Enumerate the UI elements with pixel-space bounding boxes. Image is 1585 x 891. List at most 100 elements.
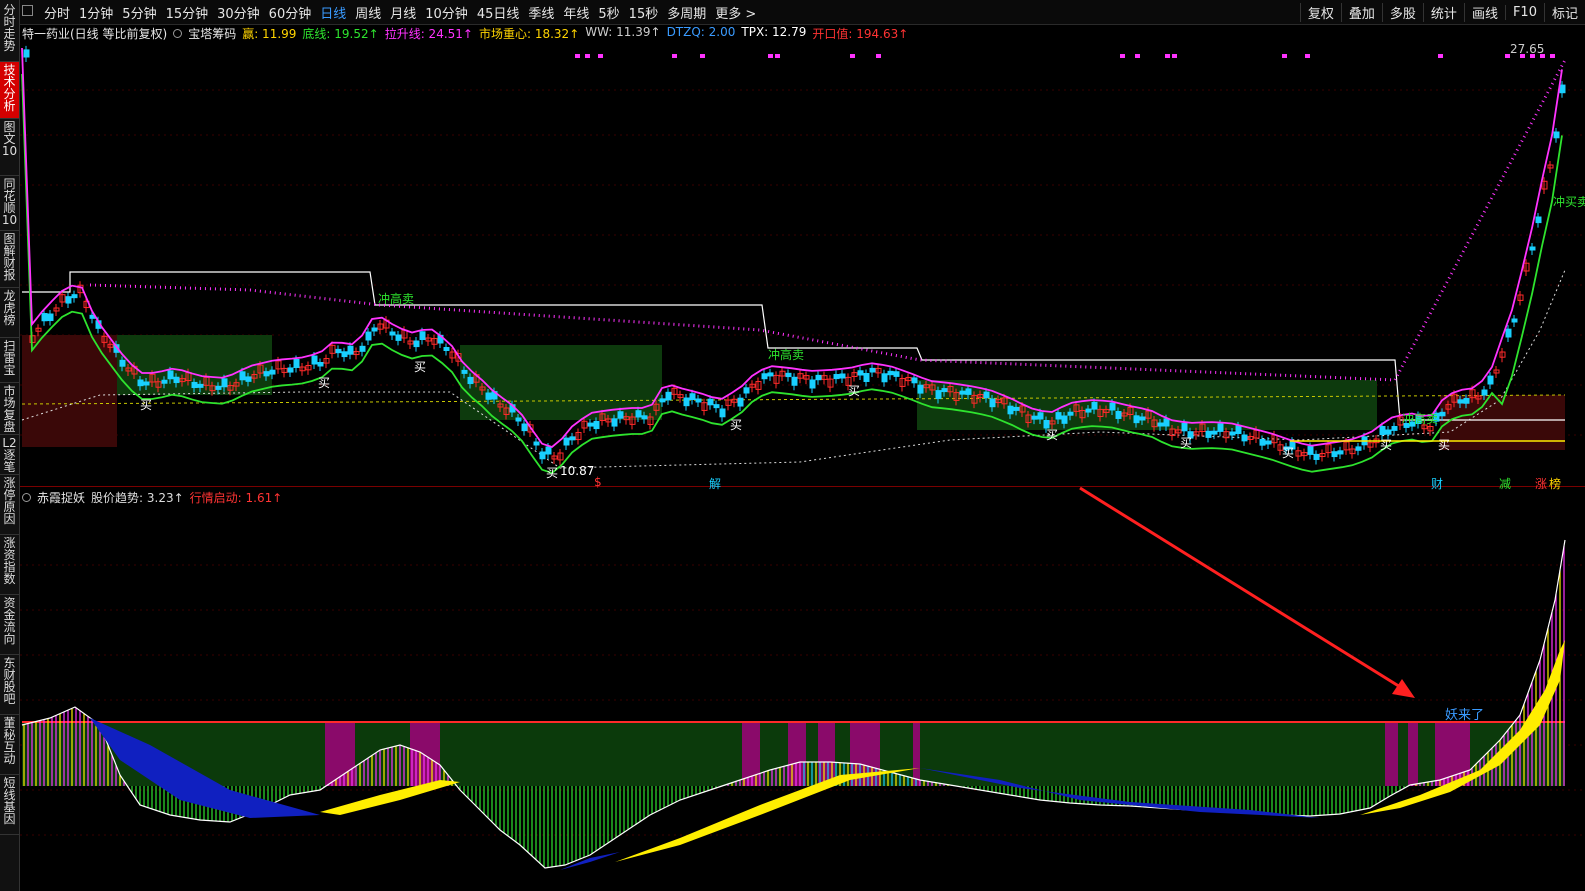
candle — [989, 398, 996, 408]
candle — [683, 397, 690, 407]
event-marker-jian[interactable]: 减 — [1499, 475, 1511, 492]
candle — [389, 331, 396, 336]
signal-dot — [850, 54, 855, 58]
buy-label-6: 买 — [848, 384, 861, 398]
candle — [1313, 453, 1320, 460]
candle — [809, 379, 816, 389]
signal-dot — [1165, 54, 1170, 58]
candle — [1355, 446, 1362, 451]
candle — [521, 423, 528, 432]
candle — [611, 418, 618, 427]
candle — [443, 347, 450, 351]
candle — [533, 441, 540, 446]
event-marker-jie[interactable]: 解 — [709, 475, 721, 492]
candle — [119, 359, 126, 367]
candle — [413, 340, 420, 348]
candle — [1217, 423, 1224, 432]
signal-dot — [775, 54, 780, 58]
chip-zone — [917, 380, 1377, 430]
candle — [1331, 451, 1338, 458]
candle — [335, 348, 342, 354]
sub-indicator-name[interactable]: 赤霞捉妖 — [37, 489, 85, 506]
candle — [1037, 412, 1044, 420]
candle — [1553, 131, 1560, 139]
sub-indicator-header: 赤霞捉妖 股价趋势: 3.23↑ 行情启动: 1.61↑ — [22, 489, 294, 505]
sub-indicator-settings-icon[interactable] — [22, 492, 31, 502]
candle — [743, 387, 750, 394]
candle — [287, 367, 294, 373]
event-marker-cai[interactable]: 财 — [1431, 475, 1443, 492]
candle — [221, 378, 228, 388]
candle — [1457, 399, 1464, 404]
candle — [965, 388, 972, 395]
candle — [761, 373, 768, 380]
candle — [911, 377, 918, 384]
candle — [47, 313, 54, 322]
candle — [1007, 405, 1014, 415]
signal-dot — [768, 54, 773, 58]
candle — [1031, 415, 1038, 420]
candle — [1463, 397, 1470, 404]
candle — [587, 422, 594, 427]
candle — [839, 373, 846, 379]
buy-label-5: 买 — [730, 418, 743, 432]
candle — [1139, 416, 1146, 421]
candle — [887, 370, 894, 376]
candle — [269, 369, 276, 375]
buy-label-2: 买 — [318, 376, 331, 390]
event-marker-bang[interactable]: 榜 — [1549, 475, 1561, 492]
signal-dot — [1305, 54, 1310, 58]
candle — [569, 436, 576, 441]
candle — [1505, 328, 1512, 338]
kline-chart[interactable] — [0, 0, 1585, 891]
candle — [707, 398, 714, 406]
candle — [167, 370, 174, 380]
signal-dot — [575, 54, 580, 58]
candle — [863, 373, 870, 382]
candle — [41, 313, 48, 322]
candle — [563, 437, 570, 446]
band-hot — [788, 722, 806, 786]
event-marker-zhang[interactable]: 涨 — [1535, 475, 1547, 492]
candle — [1091, 401, 1098, 410]
signal-dot — [585, 54, 590, 58]
candle — [1265, 440, 1272, 445]
candle — [767, 372, 774, 377]
candle — [23, 49, 30, 58]
signal-dot — [700, 54, 705, 58]
sub-field-1: 行情启动: 1.61↑ — [189, 490, 283, 505]
event-marker-s[interactable]: $ — [594, 475, 602, 489]
candle — [641, 415, 648, 420]
candle — [371, 327, 378, 332]
candle — [881, 373, 888, 383]
buy-label-4: 买 — [546, 466, 559, 480]
candle — [347, 345, 354, 355]
candle — [1511, 318, 1518, 323]
candle — [341, 351, 348, 358]
candle — [1559, 84, 1566, 94]
signal-dot — [598, 54, 603, 58]
candle — [1055, 412, 1062, 420]
candle — [197, 383, 204, 388]
pane-divider[interactable] — [20, 486, 1585, 487]
annotation-arrow-shaft — [1079, 486, 1406, 692]
candle — [215, 385, 222, 390]
candle — [1379, 426, 1386, 436]
candle — [461, 369, 468, 374]
candle — [1229, 431, 1236, 436]
candle — [317, 362, 324, 367]
candle — [1529, 246, 1536, 251]
candle — [239, 371, 246, 381]
top-dotted-line — [89, 59, 1567, 382]
candle — [1439, 411, 1446, 417]
sell-label-1: 冲高卖 — [378, 292, 415, 306]
signal-dot — [1135, 54, 1140, 58]
candle — [893, 371, 900, 377]
sell-label-3: 冲高卖 — [1402, 412, 1439, 426]
candle — [1235, 425, 1242, 435]
sub-field-0: 股价趋势: 3.23↑ — [91, 490, 184, 505]
band-hot — [913, 722, 920, 786]
signal-dot — [1172, 54, 1177, 58]
band-hot — [1385, 722, 1398, 786]
candle — [1481, 389, 1488, 396]
